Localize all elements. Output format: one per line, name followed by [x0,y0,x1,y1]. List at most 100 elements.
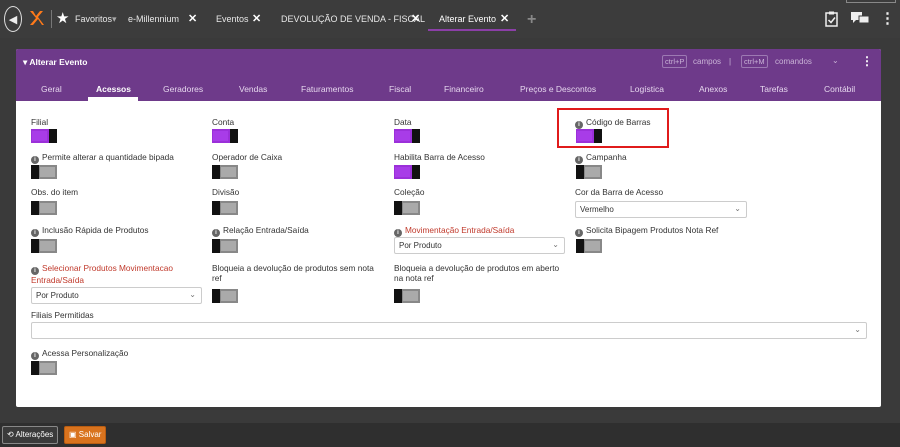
label-solicita-bipagem: i Solicita Bipagem Produtos Nota Ref [575,225,718,237]
clipboard-icon[interactable] [825,11,838,27]
toggle-divisao[interactable] [212,201,238,215]
add-tab-icon[interactable]: + [527,11,536,29]
label-operador-caixa: Operador de Caixa [212,152,283,162]
label-colecao: Coleção [394,187,425,197]
label-bloqueia-sem-nota: Bloqueia a devolução de produtos sem not… [212,263,374,283]
label-habilita-barra: Habilita Barra de Acesso [394,152,485,162]
alteracoes-label: Alterações [15,430,54,439]
toggle-data[interactable] [394,129,420,143]
info-icon[interactable]: i [31,267,39,275]
tab-e-millennium[interactable]: e-Millennium [128,14,179,24]
shortcut-key-campos: ctrl+P [662,55,688,68]
tab-devolucao[interactable]: DEVOLUÇÃO DE VENDA - FISCAL [281,14,425,24]
star-icon[interactable]: ★ [56,9,69,27]
info-icon[interactable]: i [575,229,583,237]
label-cor-barra: Cor da Barra de Acesso [575,187,664,197]
label-selecionar-produtos-text: Selecionar Produtos Movimentacao Entrada… [31,263,173,285]
toggle-inclusao-rapida[interactable] [31,239,57,253]
back-icon[interactable]: ◀ [4,6,22,32]
chevron-down-icon[interactable]: ▾ [112,14,117,25]
chevron-down-icon: ⌄ [189,290,196,299]
tab-contabil[interactable]: Contábil [824,84,855,94]
select-selecionar-produtos[interactable]: Por Produto ⌄ [31,287,202,304]
label-relacao-es: i Relação Entrada/Saída [212,225,309,237]
toggle-filial[interactable] [31,129,57,143]
active-tab-underline [88,97,138,101]
save-label: Salvar [78,430,102,439]
info-icon[interactable]: i [31,156,39,164]
select-movimentacao-es[interactable]: Por Produto ⌄ [394,237,565,254]
more-vertical-icon[interactable]: ⋮ [880,9,895,27]
card-header: ▾ Alterar Evento ctrl+P campos | ctrl+M … [16,49,881,76]
toggle-solicita-bipagem[interactable] [576,239,602,253]
chevron-down-icon[interactable]: ⌄ [832,56,839,65]
chevron-down-icon: ⌄ [854,325,861,334]
select-cor-barra-value: Vermelho [580,205,614,214]
tab-financeiro[interactable]: Financeiro [444,84,484,94]
toggle-conta[interactable] [212,129,238,143]
tab-tarefas[interactable]: Tarefas [760,84,788,94]
tab-fiscal[interactable]: Fiscal [389,84,411,94]
label-solicita-bipagem-text: Solicita Bipagem Produtos Nota Ref [586,225,719,235]
label-filiais-permitidas: Filiais Permitidas [31,310,94,320]
close-icon[interactable]: ✕ [411,12,420,25]
shortcut-separator: | [729,57,732,66]
toggle-campanha[interactable] [576,165,602,179]
label-relacao-es-text: Relação Entrada/Saída [223,225,309,235]
toggle-relacao-es[interactable] [212,239,238,253]
tab-alterar-evento[interactable]: Alterar Evento [439,14,496,24]
toggle-permite-alterar[interactable] [31,165,57,179]
label-bloqueia-em-aberto: Bloqueia a devolução de produtos em aber… [394,263,560,283]
card-title[interactable]: ▾ Alterar Evento [23,57,87,68]
toggle-bloqueia-sem-nota[interactable] [212,289,238,303]
more-vertical-icon[interactable]: ⋮ [861,54,873,68]
tab-eventos[interactable]: Eventos [216,14,249,24]
select-filiais-permitidas[interactable]: ⌄ [31,322,867,339]
info-icon[interactable]: i [212,229,220,237]
save-button[interactable]: ▣ Salvar [64,426,107,444]
info-icon[interactable]: i [31,352,39,360]
tab-faturamentos[interactable]: Faturamentos [301,84,353,94]
label-divisao: Divisão [212,187,240,197]
tab-anexos[interactable]: Anexos [699,84,727,94]
select-selecionar-produtos-value: Por Produto [36,291,79,300]
label-inclusao-rapida-text: Inclusão Rápida de Produtos [42,225,149,235]
toggle-colecao[interactable] [394,201,420,215]
select-movimentacao-es-value: Por Produto [399,241,442,250]
select-cor-barra[interactable]: Vermelho ⌄ [575,201,747,218]
shortcut-label-campos: campos [693,57,722,66]
info-icon[interactable]: i [394,229,402,237]
toggle-bloqueia-em-aberto[interactable] [394,289,420,303]
info-icon[interactable]: i [575,156,583,164]
close-icon[interactable]: ✕ [500,12,509,25]
label-permite-alterar-text: Permite alterar a quantidade bipada [42,152,174,162]
toggle-acessa-personalizacao[interactable] [31,361,57,375]
tab-logistica[interactable]: Logística [630,84,664,94]
label-obs-item: Obs. do item [31,187,79,197]
alteracoes-button[interactable]: ⟲ Alterações [2,426,59,444]
label-movimentacao-es-text: Movimentação Entrada/Saída [405,225,515,235]
chat-icon[interactable] [851,11,869,25]
tab-acessos[interactable]: Acessos [96,84,131,94]
info-icon[interactable]: i [31,229,39,237]
toggle-habilita-barra[interactable] [394,165,420,179]
toggle-obs-item[interactable] [31,201,57,215]
close-icon[interactable]: ✕ [188,12,197,25]
save-icon: ▣ [69,430,77,439]
shortcut-label-comandos: comandos [775,57,812,66]
label-inclusao-rapida: i Inclusão Rápida de Produtos [31,225,149,237]
toggle-operador-caixa[interactable] [212,165,238,179]
label-movimentacao-es: i Movimentação Entrada/Saída [394,225,514,237]
window-controls[interactable] [846,0,896,3]
highlight-box [557,108,669,148]
tab-geral[interactable]: Geral [41,84,62,94]
top-tab-bar: ◀ ★ Favoritos ▾ e-Millennium ✕ Eventos ✕… [0,0,900,38]
label-campanha-text: Campanha [586,152,627,162]
tab-precos-descontos[interactable]: Preços e Descontos [520,84,596,94]
shortcut-key-comandos: ctrl+M [741,55,768,68]
label-acessa-personalizacao: i Acessa Personalização [31,348,128,360]
tab-vendas[interactable]: Vendas [239,84,267,94]
tab-favoritos[interactable]: Favoritos [75,14,112,24]
tab-geradores[interactable]: Geradores [163,84,203,94]
close-icon[interactable]: ✕ [252,12,261,25]
